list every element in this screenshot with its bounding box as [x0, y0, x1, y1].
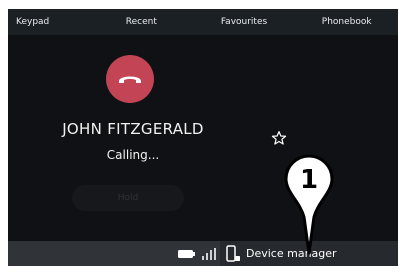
callout-marker: 1 [284, 154, 334, 255]
hold-button[interactable]: Hold [72, 185, 184, 211]
battery-icon [178, 250, 195, 258]
signal-bars-icon [202, 248, 216, 260]
tab-favourites[interactable]: Favourites [193, 17, 296, 27]
star-outline-icon[interactable] [271, 130, 287, 146]
end-call-button[interactable] [106, 55, 154, 103]
caller-name: JOHN FITZGERALD [62, 120, 204, 138]
tab-bar: Keypad Recent Favourites Phonebook [8, 9, 398, 35]
phone-screen: Keypad Recent Favourites Phonebook JOHN … [8, 9, 398, 266]
tab-phonebook[interactable]: Phonebook [295, 17, 398, 27]
tab-keypad[interactable]: Keypad [8, 17, 90, 27]
callout-number: 1 [300, 165, 318, 195]
phone-device-icon[interactable] [226, 245, 242, 263]
call-status: Calling... [106, 148, 160, 162]
tab-recent[interactable]: Recent [90, 17, 193, 27]
phone-hangup-icon [119, 76, 141, 83]
